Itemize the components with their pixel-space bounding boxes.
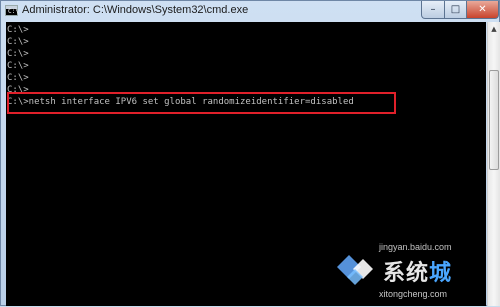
close-icon: ✕ [478,4,487,15]
maximize-icon: □ [450,4,461,15]
watermark: jingyan.baidu.com 系统城 xitongcheng.com [333,237,500,307]
scroll-thumb[interactable] [489,70,499,170]
console-line: C:\> [7,73,29,83]
title-bar[interactable]: C:\ Administrator: C:\Windows\System32\c… [1,1,499,22]
console-line: C:\> [7,49,29,59]
command-highlight-box [7,92,396,114]
watermark-brand: 系统城 [383,255,452,287]
watermark-site: xitongcheng.com [379,289,448,299]
cmd-icon[interactable]: C:\ [5,5,19,16]
window-title: Administrator: C:\Windows\System32\cmd.e… [22,4,249,16]
minimize-icon: – [430,4,436,15]
cmd-window: C:\ Administrator: C:\Windows\System32\c… [0,0,500,306]
console-line: C:\> [7,37,29,47]
minimize-button[interactable]: – [421,1,445,19]
console-line: C:\> [7,25,29,35]
windows-logo-icon [337,255,373,285]
close-button[interactable]: ✕ [466,1,499,19]
maximize-button[interactable]: □ [444,1,467,19]
watermark-brand-accent: 城 [429,260,453,285]
cmd-icon-prompt: C:\ [8,8,19,15]
scroll-up-icon[interactable]: ▲ [488,22,500,36]
console-line: C:\> [7,61,29,71]
watermark-brand-prefix: 系统 [383,260,430,285]
watermark-baidu: jingyan.baidu.com [379,242,452,252]
